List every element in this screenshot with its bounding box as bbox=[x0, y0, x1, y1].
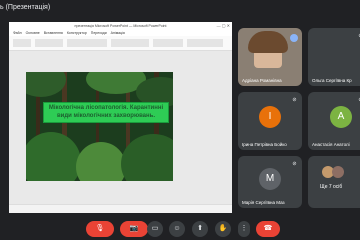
participant-video-hair bbox=[248, 31, 288, 53]
participant-name: Ольга Сергіївна Кр bbox=[312, 78, 352, 83]
avatar: І bbox=[259, 106, 281, 128]
participant-tile[interactable]: ⊘ М Марія Сергіївна Маз bbox=[238, 156, 302, 208]
more-participants-tile[interactable]: Ще 7 осіб bbox=[308, 156, 360, 208]
ppt-window-controls[interactable]: — ▢ ✕ bbox=[217, 22, 230, 30]
more-participants-label: Ще 7 осіб bbox=[320, 184, 343, 190]
participant-tile[interactable]: ⊘ Ольга Сергіївна Кр bbox=[308, 28, 360, 86]
present-icon[interactable]: ⬆ bbox=[192, 221, 208, 237]
participant-tile[interactable]: ⊘ І Ірина Петрівна Бойко bbox=[238, 92, 302, 150]
avatar: М bbox=[259, 168, 281, 190]
current-slide[interactable]: Мікологічна лісопатологія. Карантинні ви… bbox=[26, 72, 173, 181]
mic-off-icon: ⊘ bbox=[292, 97, 297, 103]
ppt-status-bar bbox=[9, 204, 232, 213]
participant-tile-video[interactable]: Адріана Романівна bbox=[238, 28, 302, 86]
ribbon-group-font[interactable] bbox=[67, 39, 107, 47]
mic-off-icon[interactable]: 🎙 bbox=[86, 221, 114, 237]
end-call-icon[interactable]: ☎ bbox=[256, 221, 280, 237]
ribbon-group-clipboard[interactable] bbox=[13, 39, 31, 47]
ppt-title-bar: презентація Microsoft PowerPoint — Micro… bbox=[9, 22, 232, 30]
ppt-ribbon bbox=[9, 36, 232, 51]
participant-name: Адріана Романівна bbox=[242, 78, 282, 83]
pin-icon[interactable] bbox=[290, 34, 298, 42]
slide-canvas: Мікологічна лісопатологія. Карантинні ви… bbox=[9, 51, 232, 205]
camera-off-icon[interactable]: 📷 bbox=[120, 221, 148, 237]
more-options-icon[interactable]: ⋮ bbox=[238, 221, 250, 237]
avatar bbox=[332, 166, 344, 178]
ribbon-group-editing[interactable] bbox=[187, 39, 223, 47]
mic-off-icon: ⊘ bbox=[292, 161, 297, 167]
participant-tile[interactable]: ⊘ А Анастасія Анатолі bbox=[308, 92, 360, 150]
ppt-window-title: презентація Microsoft PowerPoint — Micro… bbox=[74, 24, 167, 28]
slide-title: Мікологічна лісопатологія. Карантинні ви… bbox=[48, 105, 164, 119]
participant-name: Анастасія Анатолі bbox=[312, 142, 350, 147]
window-title: ь (Презентація) bbox=[0, 4, 51, 11]
emoji-icon[interactable]: ☺ bbox=[169, 221, 185, 237]
powerpoint-window[interactable]: презентація Microsoft PowerPoint — Micro… bbox=[9, 22, 232, 213]
participant-name: Марія Сергіївна Маз bbox=[242, 200, 285, 205]
ribbon-group-slides[interactable] bbox=[35, 39, 63, 47]
avatar: А bbox=[330, 106, 352, 128]
captions-icon[interactable]: ▭ bbox=[147, 221, 163, 237]
ribbon-group-drawing[interactable] bbox=[153, 39, 183, 47]
raise-hand-icon[interactable]: ✋ bbox=[215, 221, 231, 237]
ribbon-group-paragraph[interactable] bbox=[111, 39, 149, 47]
slide-title-box: Мікологічна лісопатологія. Карантинні ви… bbox=[43, 102, 169, 123]
participant-name: Ірина Петрівна Бойко bbox=[242, 142, 287, 147]
call-controls-bar: 🎙 📷 ▭ ☺ ⬆ ✋ ⋮ ☎ bbox=[0, 217, 360, 240]
